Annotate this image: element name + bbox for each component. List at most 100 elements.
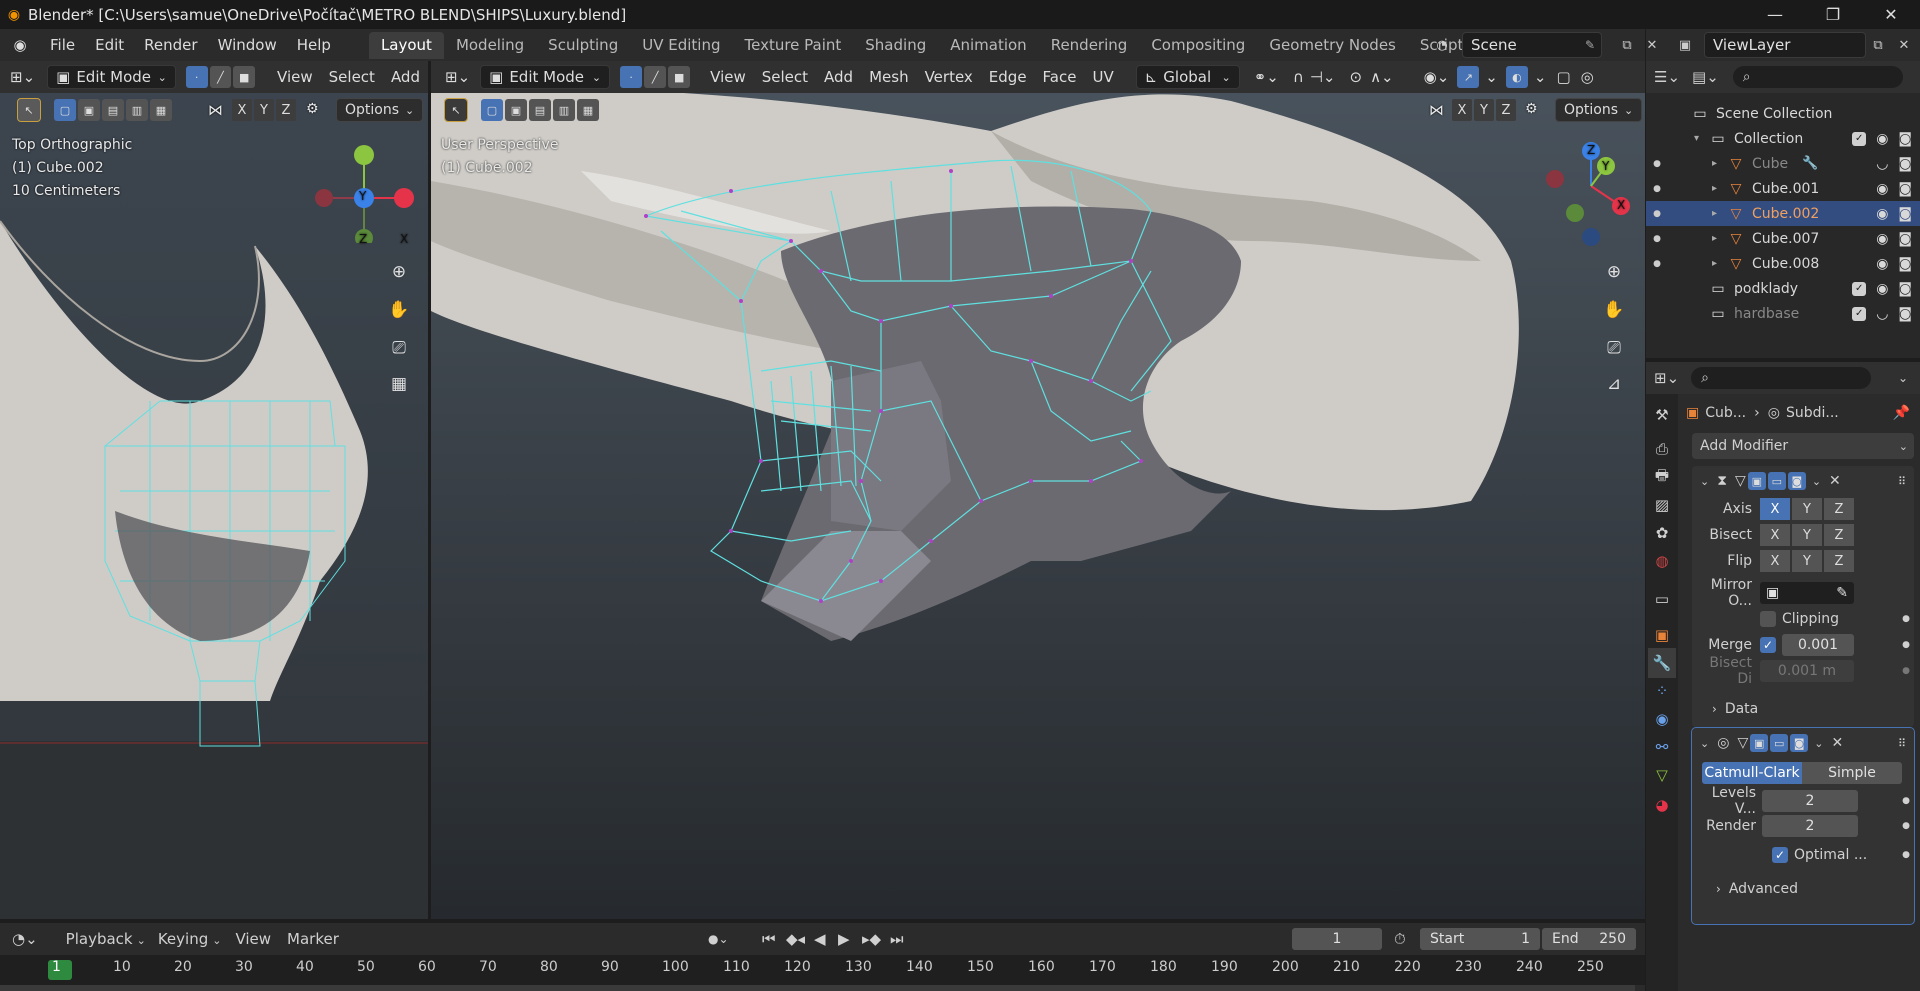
mirror-object-field[interactable]: ▣ ✎: [1760, 582, 1854, 604]
overlays-dropdown-icon[interactable]: ⌄: [1534, 68, 1547, 86]
main-select-subtract-icon[interactable]: ▤: [529, 99, 551, 121]
levels-keyframe-icon[interactable]: ●: [1902, 796, 1910, 806]
view-layer-field[interactable]: ViewLayer: [1704, 32, 1866, 58]
properties-options-icon[interactable]: ⌄: [1898, 371, 1908, 385]
transform-orientation-dropdown[interactable]: ⊾ Global ⌄: [1135, 65, 1240, 89]
modifier-wrench-icon[interactable]: 🔧: [1802, 156, 1818, 171]
pan-hand-icon[interactable]: ✋: [383, 294, 415, 326]
world-tab-icon[interactable]: ◍: [1648, 546, 1676, 576]
object-tab-icon[interactable]: ▣: [1648, 620, 1676, 650]
main-select-new-icon[interactable]: ▢: [481, 99, 503, 121]
axis-z-toggle[interactable]: Z: [1824, 498, 1854, 520]
main-edge-select-icon[interactable]: ╱: [644, 66, 667, 88]
main-mirror-z[interactable]: Z: [1496, 99, 1516, 121]
collapse-chevron-icon[interactable]: ⌄: [1700, 475, 1709, 488]
overlays-toggle-icon[interactable]: ◐: [1505, 66, 1528, 88]
tab-shading[interactable]: Shading: [853, 32, 938, 59]
eye-icon[interactable]: ◉: [1876, 256, 1888, 272]
tab-compositing[interactable]: Compositing: [1139, 32, 1257, 59]
gizmo-dropdown-icon[interactable]: ⌄: [1485, 68, 1498, 86]
new-view-layer-icon[interactable]: ⧉: [1866, 32, 1890, 58]
main-perspective-icon[interactable]: ⊿: [1598, 368, 1630, 400]
scene-field[interactable]: Scene ✎: [1462, 32, 1602, 58]
render-levels-field[interactable]: 2: [1762, 815, 1858, 837]
view-layer-tab-icon[interactable]: ▨: [1648, 490, 1676, 520]
expand-arrow-icon[interactable]: ▸: [1712, 208, 1726, 219]
select-invert-icon[interactable]: ▥: [126, 99, 148, 121]
remove-modifier-icon[interactable]: ✕: [1829, 473, 1841, 489]
flip-y-toggle[interactable]: Y: [1792, 550, 1822, 572]
expand-arrow-icon[interactable]: ▸: [1712, 183, 1726, 194]
render-camera-icon[interactable]: ◙: [1898, 181, 1912, 197]
flip-x-toggle[interactable]: X: [1760, 550, 1790, 572]
clipping-checkbox[interactable]: [1760, 611, 1776, 627]
marker-menu[interactable]: Marker: [279, 930, 347, 948]
select-subtract-icon[interactable]: ▤: [102, 99, 124, 121]
main-mirror-x[interactable]: X: [1452, 99, 1472, 121]
left-mirror-x[interactable]: X: [232, 99, 252, 121]
render-camera-icon[interactable]: ◙: [1898, 131, 1912, 147]
tab-uv-editing[interactable]: UV Editing: [630, 32, 732, 59]
select-extend-icon[interactable]: ▣: [78, 99, 100, 121]
end-frame-field[interactable]: End 250: [1542, 928, 1636, 950]
jump-end-icon[interactable]: ⏭: [890, 930, 904, 948]
gizmo-toggle-icon[interactable]: ↗: [1457, 66, 1480, 88]
flip-z-toggle[interactable]: Z: [1824, 550, 1854, 572]
main-menu-select[interactable]: Select: [754, 68, 816, 86]
catmull-clark-button[interactable]: Catmull-Clark: [1702, 762, 1802, 784]
camera-icon[interactable]: ⎚: [383, 332, 415, 364]
eye-icon[interactable]: ◉: [1876, 181, 1888, 197]
axis-y-toggle[interactable]: Y: [1792, 498, 1822, 520]
expand-arrow-icon[interactable]: ▸: [1712, 258, 1726, 269]
snap-wrench-icon[interactable]: ⚙: [306, 101, 319, 117]
subdivision-panel-header[interactable]: ⌄ ◎ ▽ ▣ ▭ ◙ ⌄ ✕ ⠿: [1692, 728, 1914, 758]
eye-closed-icon[interactable]: ◡: [1876, 306, 1888, 322]
minimize-icon[interactable]: —: [1746, 0, 1804, 29]
advanced-subpanel[interactable]: › Advanced: [1716, 878, 1798, 900]
add-modifier-button[interactable]: Add Modifier ⌄: [1692, 433, 1914, 459]
main-menu-mesh[interactable]: Mesh: [861, 68, 917, 86]
outliner-row[interactable]: ▭ podklady ✓ ◉ ◙: [1646, 276, 1920, 301]
xray-icon[interactable]: ▢: [1556, 68, 1570, 86]
jump-start-icon[interactable]: ⏮: [762, 930, 776, 948]
outliner-display-mode-icon[interactable]: ▤⌄: [1692, 68, 1719, 86]
timeline-view-menu[interactable]: View: [227, 930, 279, 948]
main-select-intersect-icon[interactable]: ▦: [577, 99, 599, 121]
render-toggle-icon[interactable]: ◙: [1787, 472, 1806, 490]
edit-mode-dot-icon[interactable]: ●: [1646, 259, 1668, 269]
properties-search-field[interactable]: ⌕: [1691, 367, 1872, 389]
timer-icon[interactable]: ⏱: [1394, 930, 1406, 948]
subdiv-render-toggle-icon[interactable]: ◙: [1790, 734, 1809, 752]
drag-handle-icon[interactable]: ⠿: [1898, 475, 1906, 488]
tab-modeling[interactable]: Modeling: [444, 32, 536, 59]
data-subpanel[interactable]: › Data: [1712, 698, 1758, 720]
subdiv-remove-icon[interactable]: ✕: [1831, 735, 1843, 751]
main-menu-edge[interactable]: Edge: [981, 68, 1035, 86]
editor-type-icon[interactable]: ⊞⌄: [10, 68, 35, 86]
main-camera-icon[interactable]: ⎚: [1598, 332, 1630, 364]
start-frame-field[interactable]: Start 1: [1420, 928, 1540, 950]
modifier-menu-icon[interactable]: ⌄: [1812, 475, 1821, 488]
bisect-z-toggle[interactable]: Z: [1824, 524, 1854, 546]
render-camera-icon[interactable]: ◙: [1898, 281, 1912, 297]
eye-closed-icon[interactable]: ◡: [1876, 156, 1888, 172]
mirror-panel-header[interactable]: ⌄ ⧗ ▽ ▣ ▭ ◙ ⌄ ✕ ⠿: [1692, 466, 1914, 496]
main-select-tool-icon[interactable]: ↖: [444, 98, 468, 122]
vertex-select-icon[interactable]: ·: [185, 66, 208, 88]
maximize-icon[interactable]: ❐: [1804, 0, 1862, 29]
shading-wireframe-icon[interactable]: ◎: [1581, 68, 1594, 86]
main-mirror-toggle-icon[interactable]: ⋈: [1429, 101, 1444, 119]
exclude-checkbox[interactable]: ✓: [1852, 131, 1867, 146]
bisect-y-toggle[interactable]: Y: [1792, 524, 1822, 546]
edit-mode-dot-icon[interactable]: ●: [1646, 159, 1668, 169]
properties-editor-icon[interactable]: ⊞⌄: [1654, 369, 1679, 387]
snap-icon[interactable]: ∩: [1293, 68, 1304, 86]
particles-tab-icon[interactable]: ⁘: [1648, 676, 1676, 706]
subdiv-edit-cage-icon[interactable]: ▽: [1737, 735, 1748, 751]
main-pan-hand-icon[interactable]: ✋: [1598, 294, 1630, 326]
play-reverse-icon[interactable]: ◀: [814, 930, 826, 948]
pin-properties-icon[interactable]: 📌: [1893, 405, 1910, 421]
main-menu-uv[interactable]: UV: [1084, 68, 1121, 86]
left-mirror-y[interactable]: Y: [254, 99, 274, 121]
modifier-tab-icon[interactable]: 🔧: [1648, 648, 1676, 678]
